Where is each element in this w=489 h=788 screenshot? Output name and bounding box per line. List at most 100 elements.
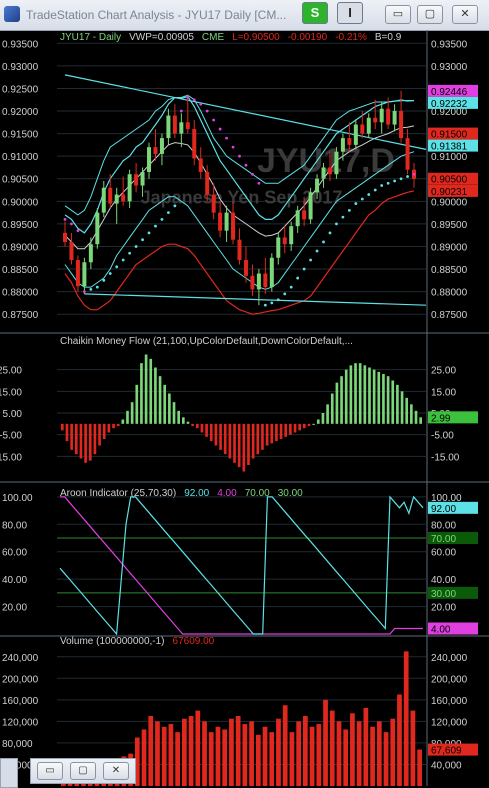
chaikin-bar	[335, 382, 339, 424]
chart-area[interactable]: 0.935000.935000.930000.930000.925000.925…	[0, 30, 489, 786]
candle-body	[192, 129, 197, 159]
aroon-marker-label: 92.00	[431, 504, 456, 515]
candle-body	[263, 273, 268, 288]
candle-body	[147, 147, 152, 172]
parabolic-sar-dot	[115, 265, 119, 269]
chaikin-bar	[182, 417, 185, 424]
volume-bar	[363, 707, 369, 786]
parabolic-sar-dot	[393, 179, 397, 183]
chaikin-axis-tick-left: 15.00	[0, 387, 22, 398]
parabolic-sar-dot	[283, 292, 287, 296]
price-axis-tick-left: 0.92000	[2, 107, 39, 118]
chaikin-bar	[256, 423, 260, 455]
parabolic-sar-dot	[335, 222, 338, 226]
volume-value-label: 67,609	[431, 746, 462, 757]
indicator-menu-button[interactable]: I	[337, 2, 363, 24]
aroon-axis-tick: 60.00	[431, 548, 456, 559]
chaikin-bar	[191, 423, 194, 426]
parabolic-sar-dot	[302, 267, 306, 271]
aroon-marker-label: 30.00	[431, 589, 456, 600]
chaikin-bar	[140, 363, 143, 424]
chaikin-bar	[233, 423, 236, 463]
volume-axis-tick-left: 120,000	[2, 717, 39, 728]
parabolic-sar-dot	[205, 109, 209, 113]
volume-bar	[329, 710, 335, 786]
parabolic-sar-dot	[89, 287, 93, 291]
candle-body	[166, 115, 171, 139]
chaikin-bar	[154, 367, 157, 424]
chaikin-bar	[65, 423, 69, 442]
parabolic-sar-dot	[173, 204, 177, 208]
volume-bar	[276, 718, 281, 786]
minimize-button[interactable]: ▭	[385, 5, 411, 24]
candle-body	[101, 187, 106, 213]
chaikin-bar	[368, 367, 371, 424]
chaikin-bar	[354, 363, 357, 424]
volume-axis-tick: 160,000	[431, 696, 468, 707]
parabolic-sar-dot	[367, 193, 371, 196]
chaikin-bar	[219, 423, 222, 450]
chaikin-bar	[391, 380, 395, 424]
candle-body	[63, 232, 67, 242]
volume-bar	[282, 705, 288, 786]
volume-bar	[410, 710, 416, 786]
chaikin-bar	[251, 423, 255, 459]
chaikin-bar	[261, 423, 264, 450]
price-axis-tick-left: 0.93500	[2, 39, 39, 50]
chaikin-bar	[130, 402, 134, 424]
parabolic-sar-dot	[386, 181, 390, 185]
change-label: -0.00190	[288, 32, 328, 43]
price-axis-tick-left: 0.90000	[2, 197, 39, 208]
parabolic-sar-dot	[354, 202, 358, 205]
candle-body	[82, 262, 87, 287]
minimized-restore-button[interactable]: ▭	[37, 762, 63, 780]
close-button[interactable]: ✕	[452, 5, 478, 24]
chaikin-bar	[419, 417, 422, 424]
parabolic-sar-dot	[406, 175, 409, 178]
volume-bar	[403, 651, 409, 786]
parabolic-sar-dot	[341, 215, 345, 219]
volume-bar	[195, 710, 201, 786]
parabolic-sar-dot	[108, 272, 112, 275]
volume-axis-tick: 240,000	[431, 653, 468, 664]
minimized-maximize-button[interactable]: ▢	[70, 762, 96, 780]
price-axis-tick: 0.93500	[431, 39, 468, 50]
parabolic-sar-dot	[134, 245, 138, 248]
price-axis-tick: 0.89000	[431, 242, 468, 253]
parabolic-sar-dot	[412, 172, 416, 176]
aroon-axis-tick-left: 20.00	[2, 603, 27, 614]
minimized-close-button[interactable]: ✕	[103, 762, 129, 780]
chaikin-bar	[61, 423, 64, 431]
volume-axis-tick-left: 240,000	[2, 653, 39, 664]
chaikin-bar	[93, 423, 97, 455]
aroon-marker-label: 70.00	[431, 534, 456, 545]
chaikin-bar	[74, 423, 78, 455]
candle-body	[237, 239, 242, 261]
candle-body	[334, 151, 339, 175]
candle-body	[198, 158, 203, 172]
parabolic-sar-dot	[141, 238, 144, 242]
chaikin-bar	[163, 384, 167, 424]
symbol-link-s-button[interactable]: S	[302, 2, 328, 24]
volume-axis-tick: 40,000	[431, 760, 462, 771]
restore-button[interactable]: ▢	[417, 5, 443, 24]
vwp-label: VWP=0.00905	[129, 32, 194, 43]
parabolic-sar-dot	[315, 249, 319, 253]
candle-body	[327, 167, 332, 175]
chaikin-bar	[158, 376, 162, 424]
chaikin-bar	[177, 410, 180, 424]
candle-body	[140, 171, 145, 186]
chaikin-bar	[112, 423, 115, 429]
parabolic-sar-dot	[160, 217, 164, 221]
chaikin-axis-tick-left: -15.00	[0, 452, 22, 463]
parabolic-sar-dot	[347, 208, 351, 212]
chaikin-bar	[400, 391, 404, 424]
aroon-axis-tick: 80.00	[431, 520, 456, 531]
candle-body	[205, 171, 210, 195]
window-title: TradeStation Chart Analysis - JYU17 Dail…	[26, 8, 287, 22]
bid-label: B=0.9	[375, 32, 402, 43]
candle-body	[108, 187, 113, 204]
volume-bar	[155, 721, 160, 786]
volume-bar	[323, 699, 328, 786]
price-axis-tick: 0.90000	[431, 197, 468, 208]
